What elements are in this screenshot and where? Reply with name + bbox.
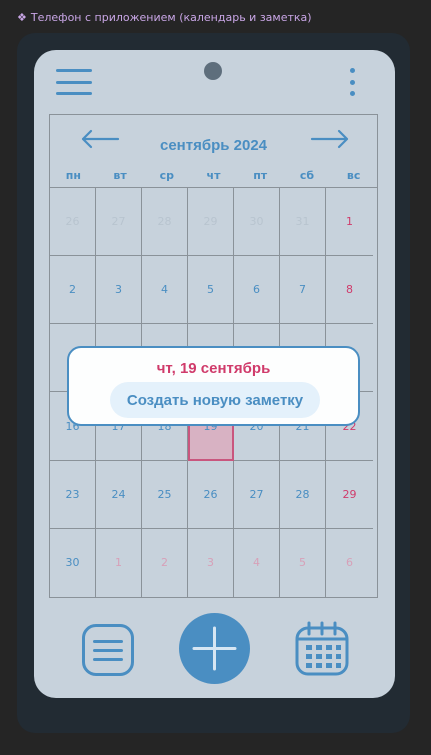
day-cell[interactable]: 29	[326, 461, 373, 529]
day-cell[interactable]: 26	[50, 188, 96, 257]
day-cell[interactable]: 28	[280, 460, 326, 529]
day-cell[interactable]: 29	[188, 188, 234, 257]
day-cell[interactable]: 7	[280, 256, 326, 325]
weekday-row: пн вт ср чт пт сб вс	[50, 169, 377, 187]
phone-screen: сентябрь 2024 пн вт ср чт пт сб вс 26 27…	[34, 50, 395, 698]
day-cell[interactable]: 31	[280, 188, 326, 257]
day-cell[interactable]: 30	[234, 188, 280, 257]
day-cell[interactable]: 27	[234, 460, 280, 529]
weekday-label: сб	[299, 169, 315, 182]
day-cell[interactable]: 3	[188, 528, 234, 597]
weekday-label: вт	[113, 169, 127, 182]
popup-date: чт, 19 сентябрь	[156, 360, 271, 377]
day-cell[interactable]: 1	[96, 528, 142, 597]
day-cell[interactable]: 1	[326, 188, 373, 257]
day-cell[interactable]: 2	[142, 528, 188, 597]
day-cell[interactable]: 6	[326, 529, 373, 597]
day-cell[interactable]: 26	[188, 460, 234, 529]
plus-icon	[192, 626, 237, 671]
note-popup: чт, 19 сентябрь Создать новую заметку	[67, 346, 360, 426]
weekday-label: пн	[65, 169, 81, 182]
hamburger-icon[interactable]	[56, 69, 92, 95]
weekday-label: ср	[159, 169, 174, 182]
weekday-label: пт	[253, 169, 268, 182]
day-cell[interactable]: 4	[234, 528, 280, 597]
day-cell[interactable]: 25	[142, 460, 188, 529]
calendar-header: сентябрь 2024	[50, 115, 377, 163]
day-cell[interactable]: 24	[96, 460, 142, 529]
day-cell[interactable]: 28	[142, 188, 188, 257]
weekday-label: вс	[346, 169, 361, 182]
day-cell[interactable]: 8	[326, 256, 373, 325]
arrow-right-icon[interactable]	[310, 127, 350, 151]
day-cell[interactable]: 30	[50, 528, 96, 597]
frame-label: ❖ Телефон с приложением (календарь и заме…	[17, 11, 312, 24]
frame-title: Телефон с приложением (календарь и замет…	[30, 11, 312, 24]
day-cell[interactable]: 5	[188, 256, 234, 325]
weekday-label: чт	[206, 169, 221, 182]
day-cell[interactable]: 3	[96, 256, 142, 325]
day-cell[interactable]: 5	[280, 528, 326, 597]
day-cell[interactable]: 2	[50, 256, 96, 325]
list-icon[interactable]	[82, 624, 134, 676]
camera-icon	[204, 62, 222, 80]
day-cell[interactable]: 27	[96, 188, 142, 257]
add-note-button[interactable]	[179, 613, 250, 684]
day-cell[interactable]: 23	[50, 460, 96, 529]
calendar-icon[interactable]	[293, 620, 351, 678]
day-cell[interactable]: 6	[234, 256, 280, 325]
diamond-icon: ❖	[17, 11, 27, 24]
create-note-button[interactable]: Создать новую заметку	[110, 382, 320, 418]
kebab-icon[interactable]	[344, 68, 360, 96]
day-cell[interactable]: 4	[142, 256, 188, 325]
